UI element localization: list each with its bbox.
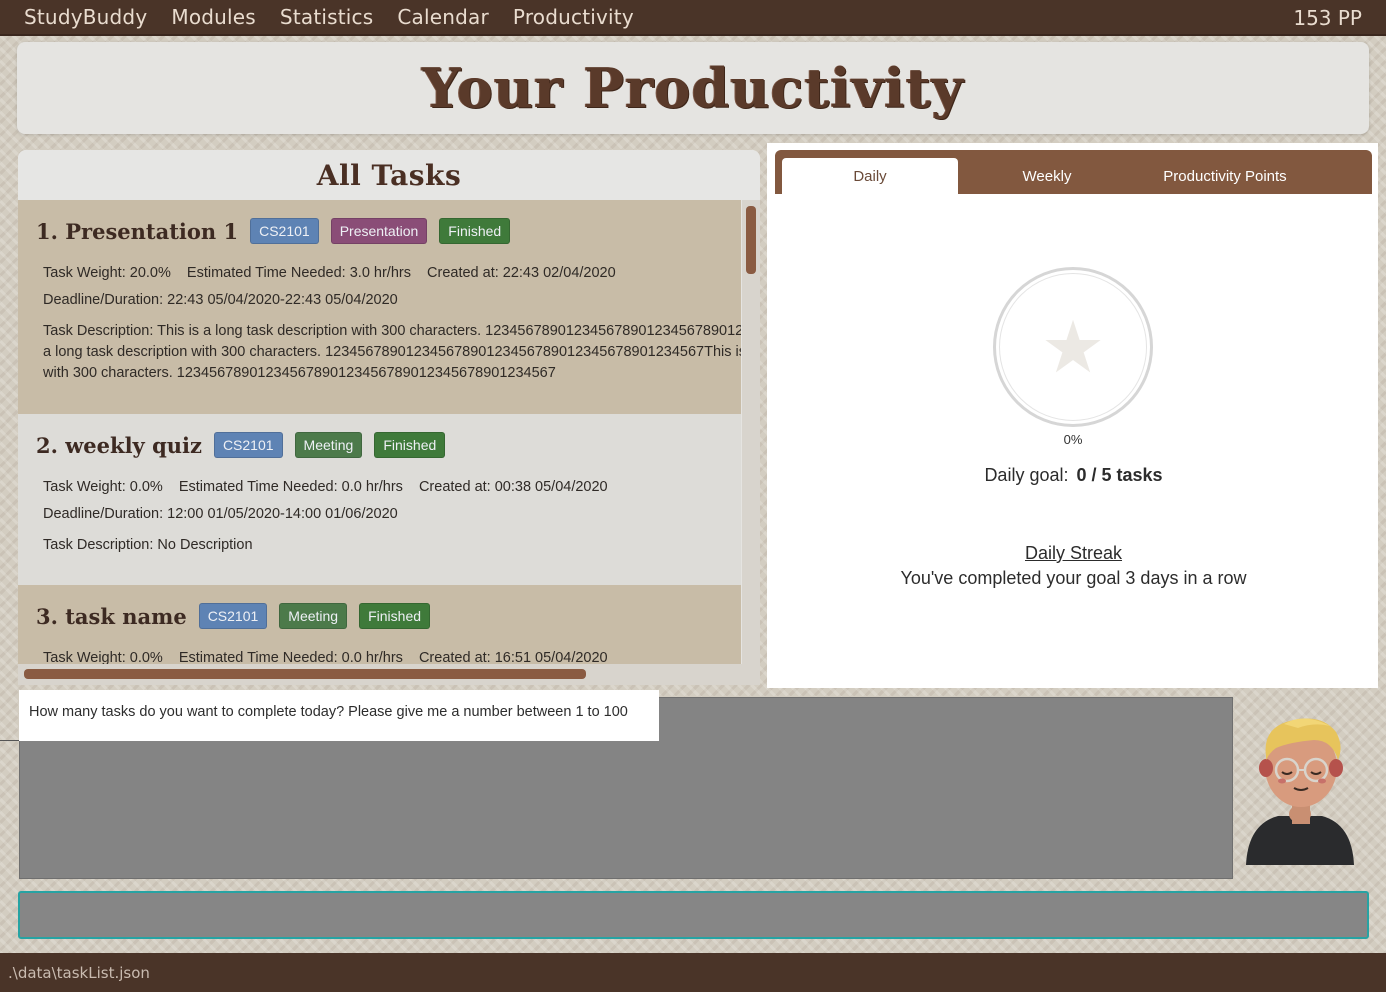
star-icon: ★ [1040, 308, 1106, 388]
vertical-scrollbar[interactable] [742, 200, 760, 664]
stats-tab-bar: Daily Weekly Productivity Points [775, 150, 1372, 194]
tasks-header-title: All Tasks [316, 158, 462, 192]
horizontal-scroll-thumb[interactable] [24, 669, 586, 679]
tasks-panel: All Tasks 1. Presentation 1 CS2101 Prese… [18, 150, 760, 685]
task-title: 3. task name [36, 603, 187, 629]
menu-item-productivity[interactable]: Productivity [513, 5, 634, 29]
task-created: Created at: 16:51 05/04/2020 [418, 650, 608, 664]
daily-progress-ring: ★ [993, 267, 1153, 427]
daily-streak-title: Daily Streak [1024, 543, 1123, 563]
task-title: 2. weekly quiz [36, 432, 202, 458]
type-tag: Presentation [330, 218, 428, 244]
tab-daily[interactable]: Daily [782, 158, 958, 194]
daily-goal-label: Daily goal: [984, 465, 1069, 485]
daily-streak-text: You've completed your goal 3 days in a r… [900, 568, 1247, 588]
progress-percent: 0% [1063, 432, 1083, 447]
daily-goal-value: 0 / 5 tasks [1076, 465, 1163, 485]
status-tag: Finished [359, 603, 431, 629]
task-card[interactable]: 3. task name CS2101 Meeting Finished Tas… [18, 585, 741, 664]
task-title: 1. Presentation 1 [36, 218, 239, 244]
menu-item-modules[interactable]: Modules [171, 5, 256, 29]
task-created: Created at: 00:38 05/04/2020 [418, 479, 608, 495]
menu-item-calendar[interactable]: Calendar [397, 5, 489, 29]
module-tag: CS2101 [213, 432, 283, 458]
daily-goal: Daily goal: 0 / 5 tasks [775, 465, 1372, 486]
type-tag: Meeting [279, 603, 348, 629]
task-card[interactable]: 2. weekly quiz CS2101 Meeting Finished T… [18, 414, 741, 585]
task-time: Estimated Time Needed: 0.0 hr/hrs [178, 650, 403, 664]
stats-panel: Daily Weekly Productivity Points ★ 0% Da… [775, 150, 1372, 681]
module-tag: CS2101 [198, 603, 268, 629]
status-tag: Finished [439, 218, 511, 244]
task-created: Created at: 22:43 02/04/2020 [427, 265, 616, 281]
task-weight: Task Weight: 0.0% [43, 650, 163, 664]
status-bar: .\data\taskList.json [0, 953, 1386, 992]
tab-productivity-points[interactable]: Productivity Points [1136, 158, 1314, 194]
task-description-line: a long task description with 300 charact… [43, 344, 741, 360]
module-tag: CS2101 [250, 218, 319, 244]
task-description-line: Task Description: This is a long task de… [43, 323, 741, 339]
menu-item-statistics[interactable]: Statistics [280, 5, 373, 29]
type-tag: Meeting [294, 432, 363, 458]
vertical-scroll-thumb[interactable] [746, 206, 756, 274]
task-weight: Task Weight: 0.0% [43, 479, 163, 495]
command-input[interactable] [18, 891, 1369, 939]
task-time: Estimated Time Needed: 3.0 hr/hrs [186, 265, 411, 281]
horizontal-scrollbar[interactable] [18, 664, 760, 685]
task-description-line: with 300 characters. 1234567890123456789… [43, 365, 556, 381]
divider [0, 740, 19, 741]
task-deadline: Deadline/Duration: 12:00 01/05/2020-14:0… [43, 506, 398, 522]
avatar-icon [1246, 718, 1354, 865]
tab-weekly[interactable]: Weekly [958, 158, 1136, 194]
data-file-path: .\data\taskList.json [8, 963, 150, 982]
menu-bar: StudyBuddy Modules Statistics Calendar P… [0, 0, 1386, 36]
task-deadline: Deadline/Duration: 22:43 05/04/2020-22:4… [43, 292, 398, 308]
task-description: Task Description: No Description [18, 535, 741, 556]
task-card[interactable]: 1. Presentation 1 CS2101 Presentation Fi… [18, 200, 741, 414]
task-time: Estimated Time Needed: 0.0 hr/hrs [178, 479, 403, 495]
result-message: How many tasks do you want to complete t… [19, 690, 659, 741]
productivity-points: 153 PP [1293, 6, 1362, 30]
task-weight: Task Weight: 20.0% [43, 265, 171, 281]
title-banner: Your Productivity [17, 42, 1369, 134]
task-description: Task Description: This is a long task de… [18, 321, 741, 384]
tasks-header: All Tasks [18, 150, 760, 200]
task-list[interactable]: 1. Presentation 1 CS2101 Presentation Fi… [18, 200, 741, 664]
page-title: Your Productivity [421, 56, 965, 120]
app-name: StudyBuddy [24, 5, 148, 29]
status-tag: Finished [374, 432, 446, 458]
task-description-line: Task Description: No Description [43, 537, 253, 553]
